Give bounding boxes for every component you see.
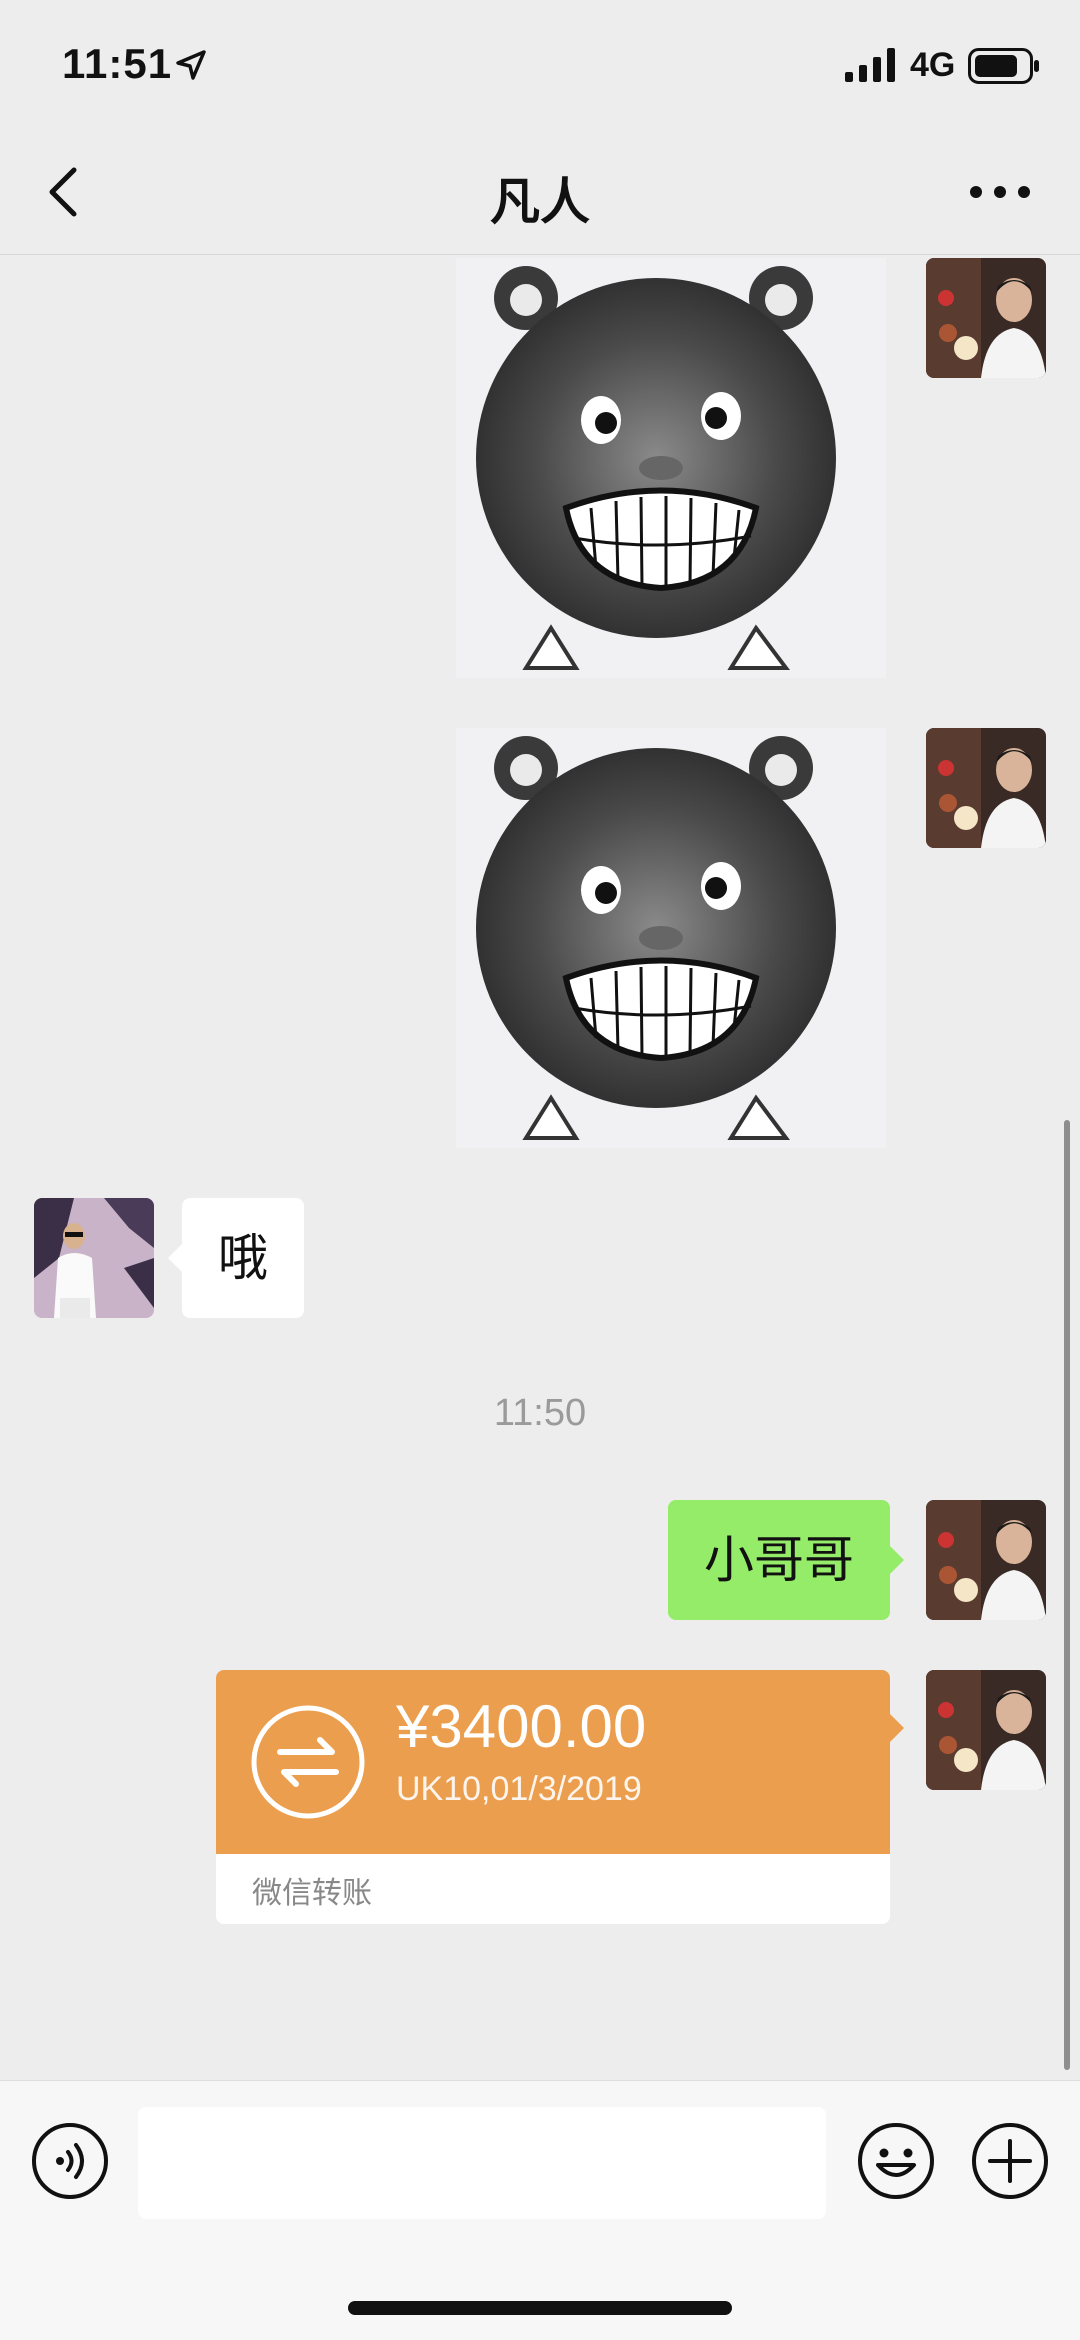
self-avatar[interactable]	[926, 728, 1046, 848]
transfer-bubble-tail	[890, 1714, 904, 1742]
sticker-message-2[interactable]	[456, 728, 886, 1148]
network-label: 4G	[910, 46, 956, 84]
plus-button[interactable]: more	[970, 2121, 1050, 2201]
self-avatar[interactable]	[926, 258, 1046, 378]
status-bar: 11:51 4G	[0, 0, 1080, 130]
message-timestamp: 11:50	[493, 1392, 587, 1434]
home-indicator[interactable]	[348, 2301, 732, 2315]
status-time: 11:51	[62, 40, 173, 87]
transfer-arrows-icon	[251, 1705, 365, 1819]
self-text-bubble[interactable]: 小哥哥	[668, 1500, 904, 1620]
friend-text-bubble[interactable]: 哦	[168, 1198, 304, 1318]
self-avatar[interactable]	[926, 1500, 1046, 1620]
sticker-message-1[interactable]	[456, 258, 886, 678]
more-button[interactable]: more	[960, 160, 1040, 224]
grinning-pig-sticker-icon	[476, 736, 836, 1140]
battery-icon	[968, 48, 1039, 84]
emoji-button[interactable]: emoji	[856, 2121, 936, 2201]
transfer-label: 微信转账	[252, 1877, 372, 1910]
chat-scrollbar[interactable]	[1064, 1120, 1070, 2070]
signal-bars-icon	[845, 48, 895, 82]
transfer-amount: ¥3400.00	[396, 1693, 647, 1760]
friend-avatar[interactable]	[34, 1198, 154, 1318]
transfer-card[interactable]: ¥3400.00 UK10,01/3/2019 微信转账	[216, 1670, 890, 1924]
transfer-card-header: ¥3400.00 UK10,01/3/2019	[216, 1670, 890, 1854]
input-bar: voice emoji more	[0, 2080, 1080, 2340]
voice-button[interactable]: voice	[30, 2121, 110, 2201]
message-input[interactable]	[138, 2107, 826, 2219]
chat-header: back 凡人 more	[0, 130, 1080, 255]
location-arrow-icon	[176, 50, 206, 80]
transfer-note: UK10,01/3/2019	[396, 1770, 642, 1808]
self-avatar[interactable]	[926, 1670, 1046, 1790]
grinning-pig-sticker-icon	[476, 266, 836, 670]
chat-title: 凡人	[490, 174, 590, 230]
